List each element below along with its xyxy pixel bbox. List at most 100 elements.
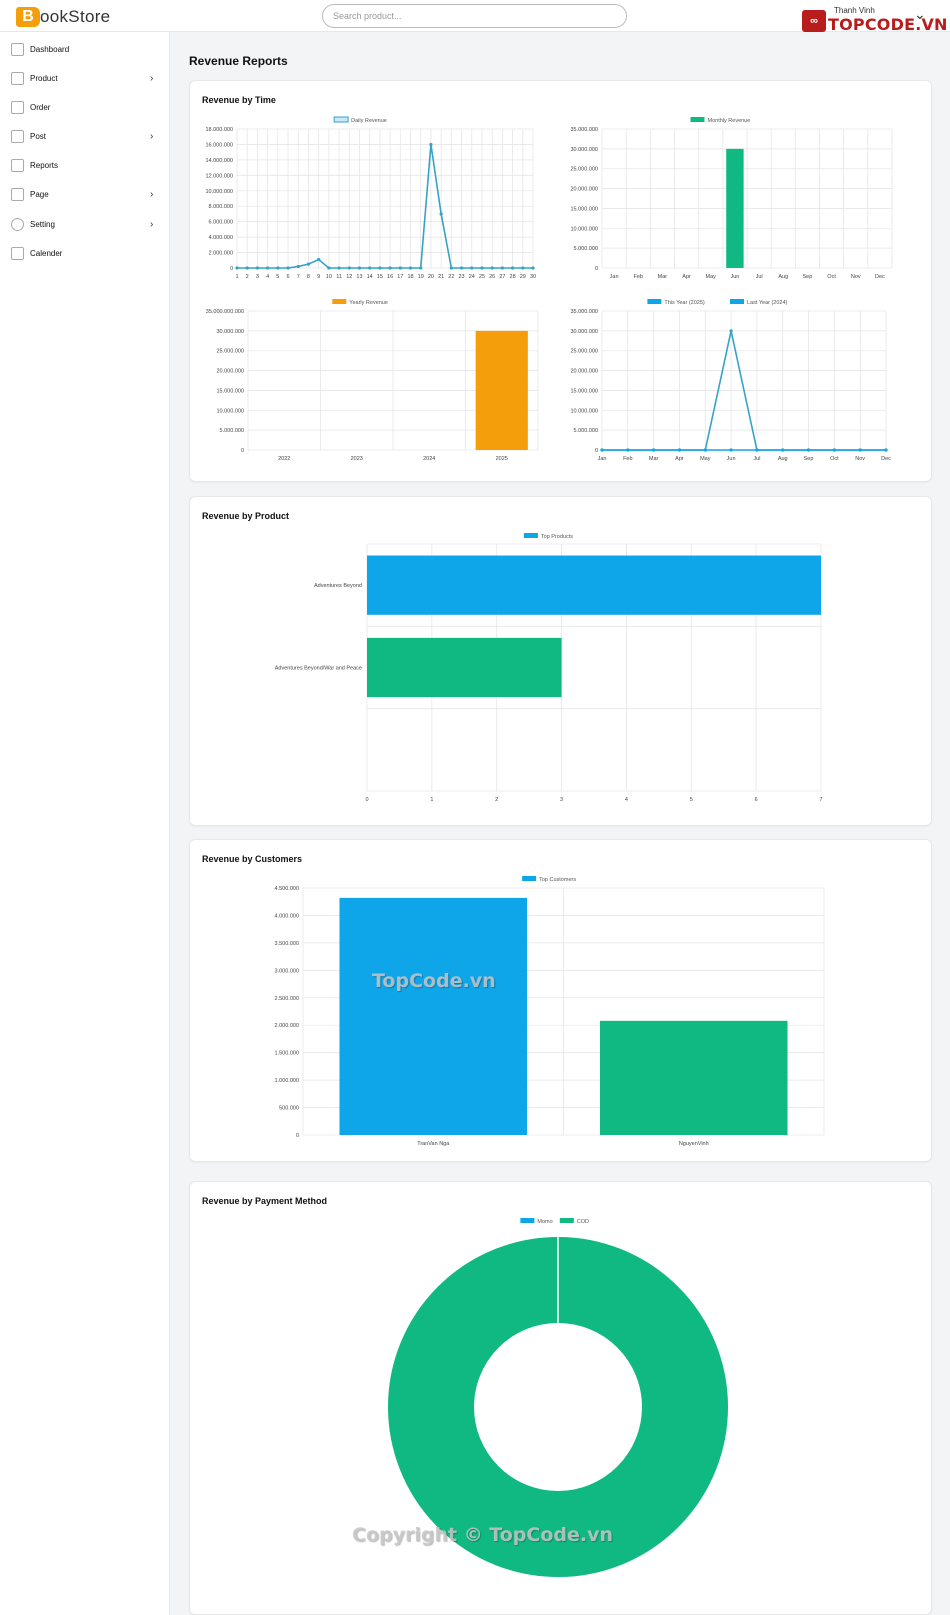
data-point xyxy=(255,266,260,270)
x-tick-label: 7 xyxy=(297,274,300,280)
y-tick-label: 30.000.000 xyxy=(570,147,598,153)
brand-name: TOPCODE.VN xyxy=(828,15,948,34)
data-point xyxy=(439,212,443,216)
sidebar-item-label: Product xyxy=(30,73,58,83)
x-tick-label: NguyenVinh xyxy=(679,1141,709,1147)
x-tick-label: 5 xyxy=(690,797,693,803)
x-tick-label: Apr xyxy=(675,456,684,462)
y-tick-label: 12.000.000 xyxy=(205,173,233,179)
y-tick-label: 20.000.000 xyxy=(216,369,244,375)
data-point xyxy=(388,266,392,270)
data-point xyxy=(729,448,733,452)
chevron-right-icon: › xyxy=(150,130,154,142)
x-tick-label: 2025 xyxy=(496,456,508,462)
x-tick-label: 6 xyxy=(287,274,290,280)
x-tick-label: 2024 xyxy=(423,456,435,462)
x-tick-label: Jan xyxy=(598,456,607,462)
y-tick-label: 5.000.000 xyxy=(220,428,244,434)
sidebar-item-label: Post xyxy=(30,131,47,141)
legend-swatch xyxy=(332,299,347,304)
x-tick-label: Mar xyxy=(658,274,668,280)
legend-label: This Year (2025) xyxy=(664,300,705,306)
top-customers-chart: Top Customers 0 500.000 1.000.000 1.500.000 2… xyxy=(275,876,825,1147)
search-input[interactable] xyxy=(322,4,627,28)
yearly-revenue-chart: Yearly Revenue 0 5.000.000 10.000.000 15.000… xyxy=(206,299,539,462)
x-tick-label: 3 xyxy=(256,274,259,280)
legend-swatch xyxy=(647,299,662,304)
x-tick-label: Mar xyxy=(649,456,659,462)
y-tick-label: 20.000.000 xyxy=(570,187,598,193)
x-tick-label: 2022 xyxy=(278,456,290,462)
x-tick-label: 8 xyxy=(307,274,310,280)
x-tick-label: 28 xyxy=(510,274,516,280)
data-point xyxy=(347,266,351,270)
sidebar-item-post[interactable]: Post › xyxy=(0,124,170,148)
compare-revenue-chart: This Year (2025) Last Year (2024) 0 5.000.0… xyxy=(570,299,891,462)
x-tick-label: 19 xyxy=(418,274,424,280)
app-logo[interactable]: B ookStore xyxy=(16,6,110,28)
sidebar-item-order[interactable]: Order xyxy=(0,95,170,119)
x-tick-label: 17 xyxy=(397,274,403,280)
data-point xyxy=(884,448,888,452)
bar xyxy=(726,148,744,268)
x-tick-label: Aug xyxy=(778,456,788,462)
note-icon xyxy=(11,129,24,143)
bar xyxy=(367,555,821,615)
x-tick-label: 29 xyxy=(520,274,526,280)
user-name: Thanh Vinh xyxy=(834,6,875,15)
data-point xyxy=(626,448,630,452)
y-tick-label: 0 xyxy=(595,448,598,454)
sidebar-item-label: Page xyxy=(30,189,49,199)
data-point xyxy=(306,262,311,266)
bar xyxy=(475,330,528,450)
x-tick-label: 16 xyxy=(387,274,393,280)
x-tick-label: 26 xyxy=(489,274,495,280)
sidebar-item-product[interactable]: Product › xyxy=(0,66,170,90)
y-tick-label: 18.000.000 xyxy=(205,127,233,133)
data-point xyxy=(408,266,413,270)
y-tick-label: 4.000.000 xyxy=(209,235,233,241)
x-tick-label: May xyxy=(700,456,711,462)
legend-label: Yearly Revenue xyxy=(349,300,388,306)
y-tick-label: 0 xyxy=(241,448,244,454)
x-tick-label: 22 xyxy=(448,274,454,280)
card-revenue-by-product: Revenue by Product Top Products 0 1 2 3 4 5 6 7 A… xyxy=(189,496,932,826)
section-title: Revenue by Payment Method xyxy=(202,1196,328,1206)
y-tick-label: 10.000.000 xyxy=(216,408,244,414)
sidebar-item-setting[interactable]: Setting › xyxy=(0,212,170,236)
data-point xyxy=(419,266,423,270)
y-tick-label: Adventures Beyond/War and Peace xyxy=(275,666,362,672)
x-tick-label: 7 xyxy=(819,797,822,803)
x-tick-label: 23 xyxy=(458,274,464,280)
y-tick-label: 2.000.000 xyxy=(209,251,233,257)
y-tick-label: 4.000.000 xyxy=(275,913,299,919)
sidebar-item-dashboard[interactable]: Dashboard xyxy=(0,37,170,61)
x-tick-label: Dec xyxy=(881,456,891,462)
y-tick-label: 1.000.000 xyxy=(275,1078,299,1084)
x-tick-label: Sep xyxy=(803,274,813,280)
x-tick-label: 15 xyxy=(377,274,383,280)
x-tick-label: TranVan Nga xyxy=(417,1141,450,1147)
data-point xyxy=(459,266,464,270)
legend-swatch xyxy=(559,1218,574,1223)
data-point xyxy=(398,266,402,270)
x-tick-label: Jun xyxy=(730,274,739,280)
legend-label: Top Products xyxy=(541,534,573,540)
x-tick-label: 10 xyxy=(326,274,332,280)
y-tick-label: 2.500.000 xyxy=(275,996,299,1002)
data-point xyxy=(500,266,504,270)
sidebar-item-calender[interactable]: Calender xyxy=(0,241,170,265)
sidebar-item-reports[interactable]: Reports xyxy=(0,153,170,177)
chevron-right-icon: › xyxy=(150,72,154,84)
x-tick-label: 21 xyxy=(438,274,444,280)
y-tick-label: 6.000.000 xyxy=(209,220,233,226)
legend-swatch xyxy=(690,117,705,122)
x-tick-label: 20 xyxy=(428,274,434,280)
sidebar-item-page[interactable]: Page › xyxy=(0,182,170,206)
x-tick-label: Jun xyxy=(727,456,736,462)
section-title: Revenue by Customers xyxy=(202,854,303,864)
x-tick-label: 24 xyxy=(469,274,475,280)
y-tick-label: 2.000.000 xyxy=(275,1023,299,1029)
chevron-down-icon[interactable]: ⌄ xyxy=(914,6,926,23)
y-tick-label: 25.000.000 xyxy=(570,167,598,173)
